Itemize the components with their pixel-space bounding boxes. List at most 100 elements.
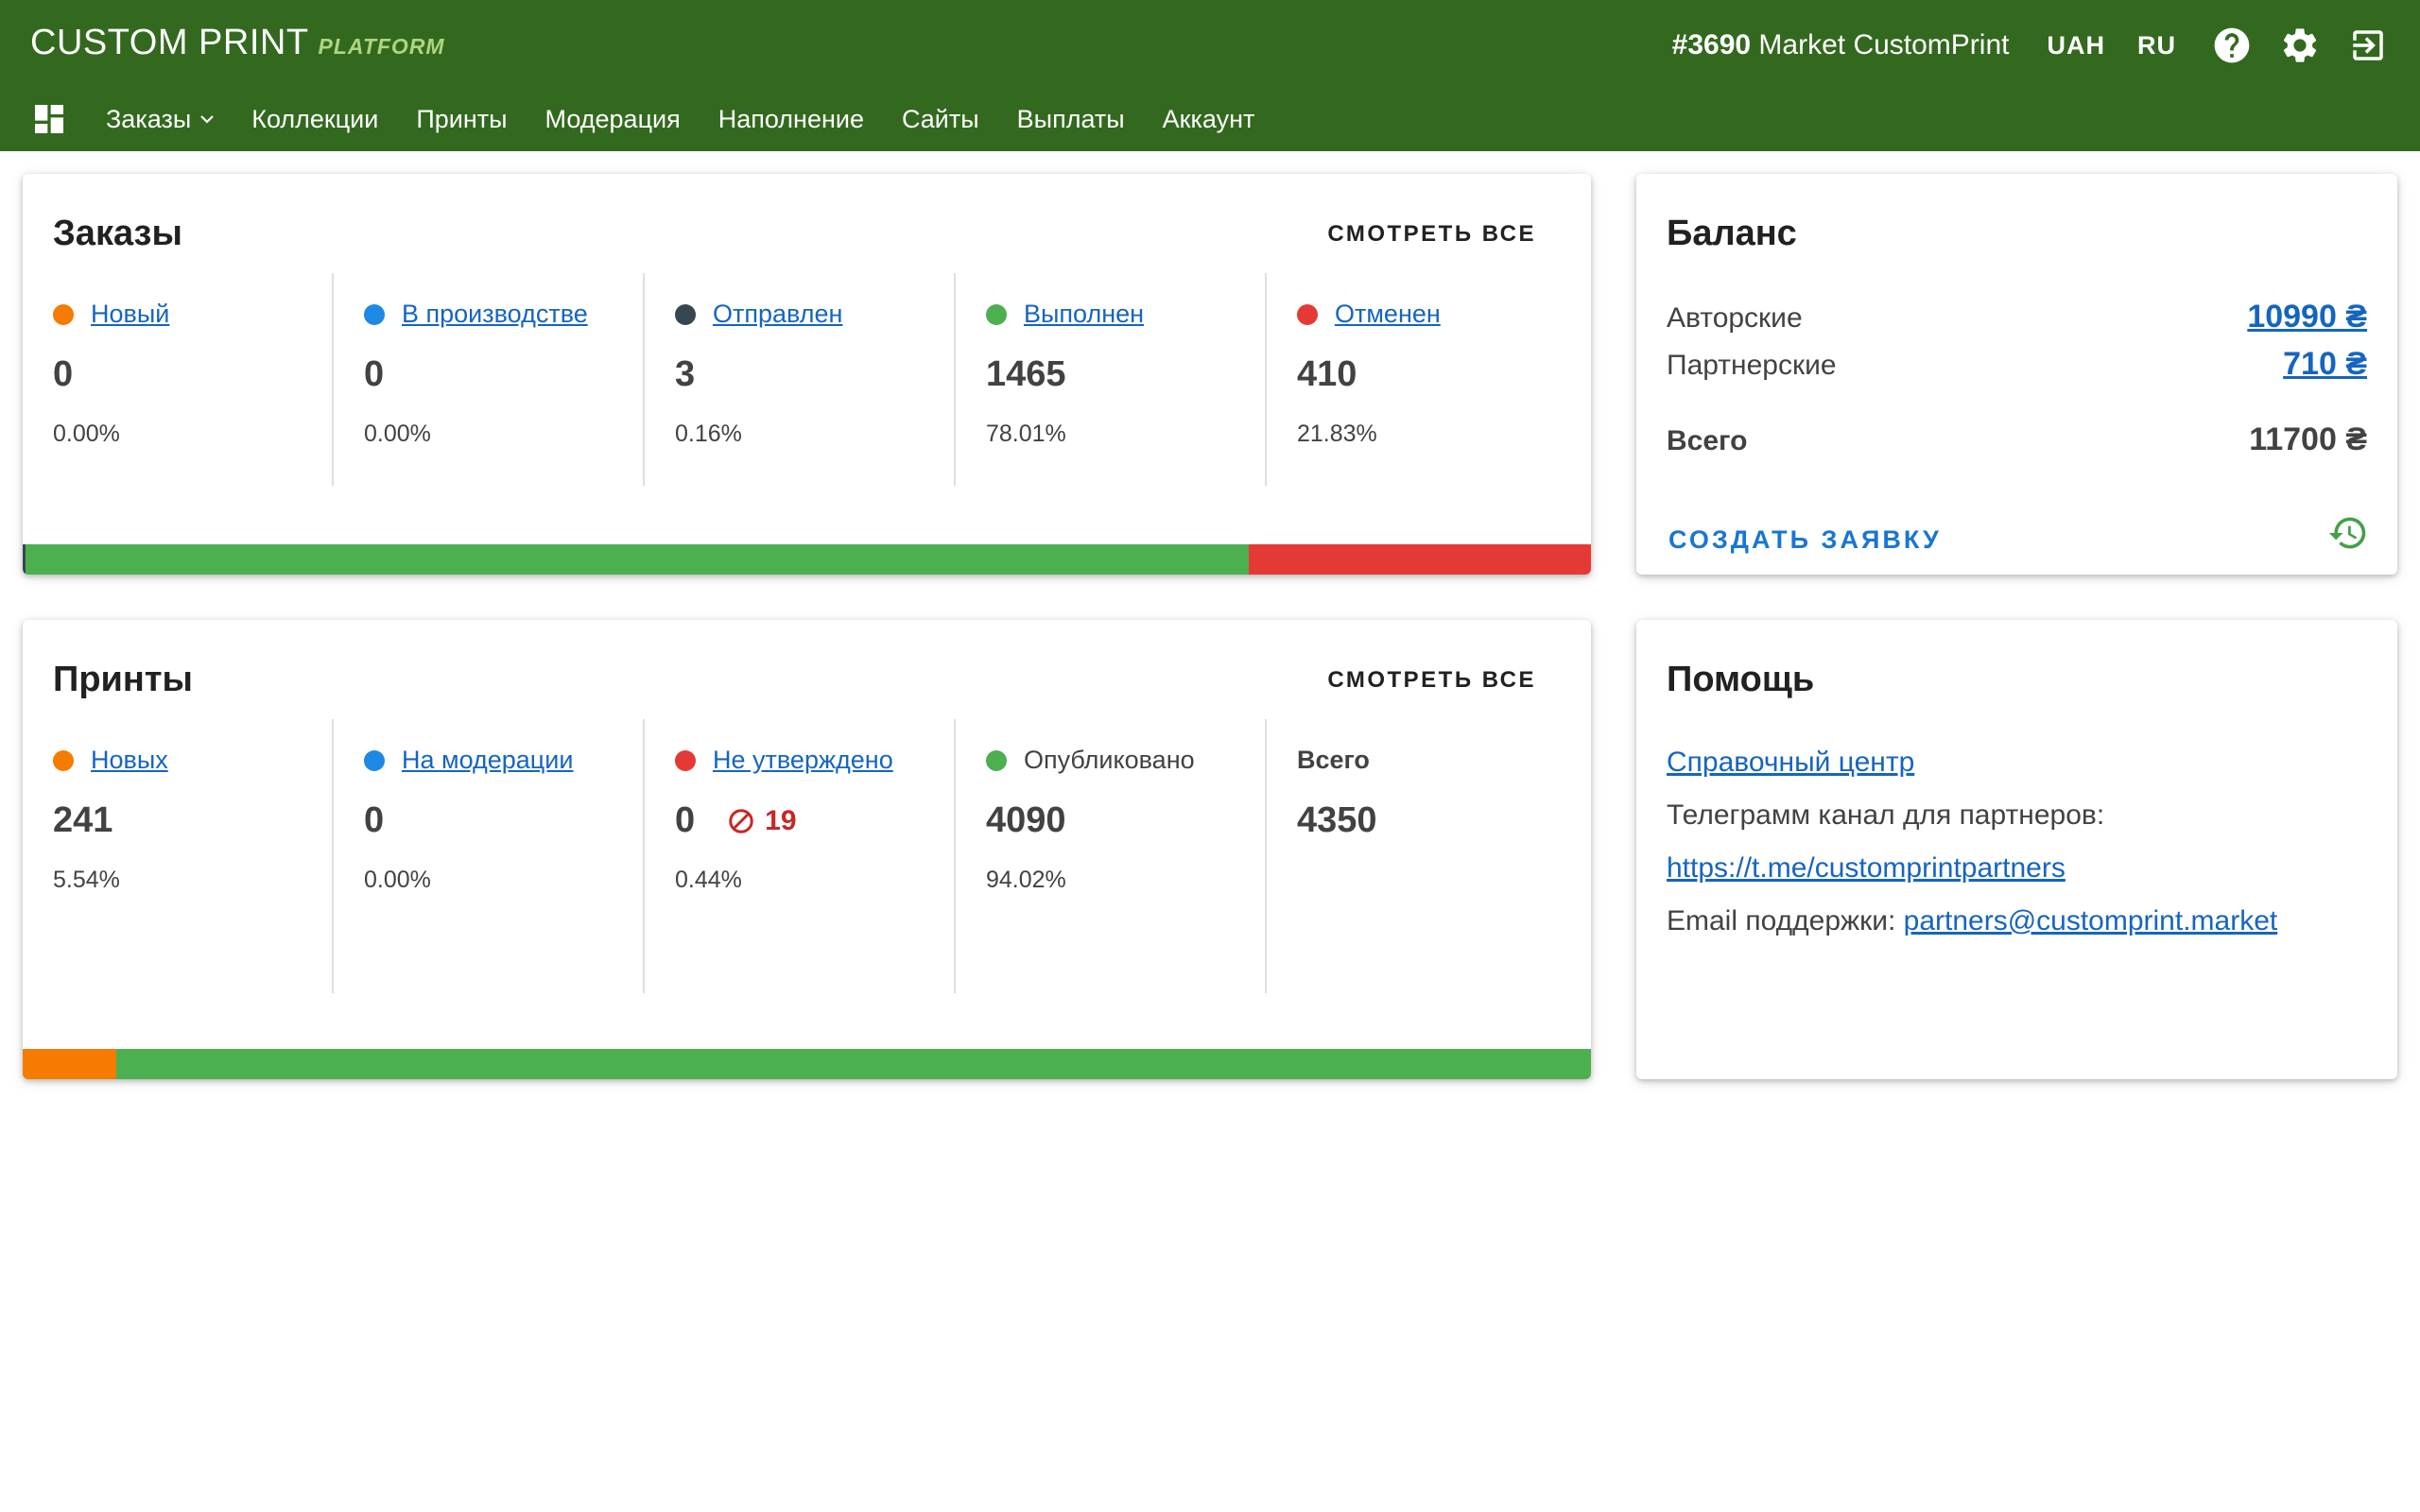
orders-stat-new: Новый 0 0.00% — [23, 273, 334, 486]
orders-production-pct: 0.00% — [364, 421, 431, 447]
history-icon[interactable] — [2327, 512, 2369, 554]
bar-segment — [1248, 544, 1591, 575]
balance-partner-value[interactable]: 710 ₴ — [2283, 346, 2367, 383]
status-dot — [364, 303, 385, 325]
orders-completed-link[interactable]: Выполнен — [1024, 300, 1144, 329]
currency-selector[interactable]: UAH — [2048, 31, 2106, 60]
prints-moderation-pct: 0.00% — [364, 867, 431, 893]
shop-id: #3690 — [1671, 29, 1752, 60]
orders-new-value: 0 — [53, 354, 74, 394]
nav-orders[interactable]: Заказы — [106, 104, 215, 134]
orders-completed-pct: 78.01% — [986, 421, 1066, 447]
nav-moderation[interactable]: Модерация — [545, 105, 681, 134]
nav-content[interactable]: Наполнение — [718, 105, 864, 134]
prints-moderation-value: 0 — [364, 800, 385, 840]
orders-shipped-value: 3 — [675, 354, 696, 394]
balance-author-row: Авторские 10990 ₴ — [1667, 299, 2367, 335]
help-icon[interactable] — [2210, 24, 2254, 67]
status-dot — [675, 303, 696, 325]
support-email-link[interactable]: partners@customprint.market — [1904, 905, 2278, 936]
prints-not-approved-link[interactable]: Не утверждено — [713, 746, 893, 775]
orders-stats: Новый 0 0.00% В производстве 0 0.00% Отп… — [23, 273, 1591, 486]
prints-stats: Новых 241 5.54% На модерации 0 0.00% Не … — [23, 719, 1591, 993]
rejected-count[interactable]: 19 — [727, 804, 797, 837]
nav-prints[interactable]: Принты — [416, 105, 507, 134]
balance-total-row: Всего 11700 ₴ — [1667, 421, 2367, 458]
balance-partner-label: Партнерские — [1667, 350, 1837, 381]
nav-payouts[interactable]: Выплаты — [1017, 105, 1125, 134]
shop-selector[interactable]: #3690 Market CustomPrint — [1672, 29, 2010, 61]
help-card: Помощь Справочный центр Телеграмм канал … — [1636, 620, 2397, 1079]
prints-title: Принты — [53, 660, 193, 699]
orders-see-all-button[interactable]: СМОТРЕТЬ ВСЕ — [1327, 221, 1536, 248]
orders-stat-production: В производстве 0 0.00% — [334, 273, 645, 486]
orders-new-pct: 0.00% — [53, 421, 120, 447]
prints-progress-bar — [23, 1049, 1591, 1079]
orders-shipped-link[interactable]: Отправлен — [713, 300, 842, 329]
email-label: Email поддержки: — [1667, 905, 1896, 936]
header-actions: #3690 Market CustomPrint UAH RU — [1672, 21, 2390, 70]
prints-card: Принты СМОТРЕТЬ ВСЕ Новых 241 5.54% На м… — [23, 620, 1591, 1079]
status-dot — [53, 749, 74, 771]
nav-orders-label: Заказы — [106, 104, 192, 133]
language-selector[interactable]: RU — [2137, 31, 2176, 60]
orders-stat-canceled: Отменен 410 21.83% — [1267, 273, 1578, 486]
create-request-button[interactable]: СОЗДАТЬ ЗАЯВКУ — [1668, 525, 1942, 555]
prints-stat-moderation: На модерации 0 0.00% — [334, 719, 645, 993]
logout-icon[interactable] — [2346, 24, 2390, 67]
help-center-link[interactable]: Справочный центр — [1667, 747, 1914, 778]
prints-new-value: 241 — [53, 800, 113, 840]
prints-stat-published: Опубликовано 4090 94.02% — [956, 719, 1267, 993]
prints-total-label: Всего — [1297, 746, 1370, 774]
block-icon — [729, 808, 753, 833]
brand-subtitle: PLATFORM — [318, 34, 445, 59]
nav-sites[interactable]: Сайты — [902, 105, 979, 134]
orders-completed-value: 1465 — [986, 354, 1066, 394]
orders-progress-bar — [23, 544, 1591, 575]
orders-production-link[interactable]: В производстве — [402, 300, 588, 329]
top-bar: CUSTOM PRINT PLATFORM #3690 Market Custo… — [0, 0, 2420, 151]
status-dot — [675, 749, 696, 771]
orders-new-link[interactable]: Новый — [91, 300, 169, 329]
orders-stat-shipped: Отправлен 3 0.16% — [645, 273, 956, 486]
balance-title: Баланс — [1667, 214, 1797, 253]
chevron-down-icon — [200, 115, 215, 124]
nav-account[interactable]: Аккаунт — [1163, 105, 1255, 134]
status-dot — [364, 749, 385, 771]
main-nav: Заказы Коллекции Принты Модерация Наполн… — [30, 98, 1292, 140]
orders-card: Заказы СМОТРЕТЬ ВСЕ Новый 0 0.00% В прои… — [23, 174, 1591, 575]
prints-published-label: Опубликовано — [1024, 746, 1195, 774]
telegram-label: Телеграмм канал для партнеров: — [1667, 799, 2105, 831]
prints-moderation-link[interactable]: На модерации — [402, 746, 573, 775]
prints-not-approved-pct: 0.44% — [675, 867, 742, 893]
bar-segment — [25, 544, 1249, 575]
nav-collections[interactable]: Коллекции — [251, 105, 378, 134]
orders-canceled-value: 410 — [1297, 354, 1357, 394]
bar-segment — [115, 1049, 1591, 1079]
prints-stat-not-approved: Не утверждено 0 19 0.44% — [645, 719, 956, 993]
prints-see-all-button[interactable]: СМОТРЕТЬ ВСЕ — [1327, 667, 1536, 694]
bar-segment — [23, 1049, 116, 1079]
prints-new-pct: 5.54% — [53, 867, 120, 893]
status-dot — [53, 303, 74, 325]
gear-icon[interactable] — [2278, 24, 2322, 67]
orders-canceled-pct: 21.83% — [1297, 421, 1377, 447]
orders-production-value: 0 — [364, 354, 385, 394]
prints-not-approved-value: 0 — [675, 800, 696, 840]
prints-stat-new: Новых 241 5.54% — [23, 719, 334, 993]
status-dot — [1297, 303, 1318, 325]
orders-stat-completed: Выполнен 1465 78.01% — [956, 273, 1267, 486]
help-title: Помощь — [1667, 660, 1815, 699]
shop-name: Market CustomPrint — [1758, 29, 2010, 60]
dashboard-icon[interactable] — [30, 100, 68, 138]
prints-total-value: 4350 — [1297, 800, 1377, 840]
balance-author-value[interactable]: 10990 ₴ — [2247, 299, 2367, 335]
rejected-count-value: 19 — [765, 804, 797, 836]
telegram-link[interactable]: https://t.me/customprintpartners — [1667, 852, 2066, 884]
orders-canceled-link[interactable]: Отменен — [1335, 300, 1441, 329]
brand-logo[interactable]: CUSTOM PRINT PLATFORM — [30, 23, 445, 66]
prints-published-pct: 94.02% — [986, 867, 1066, 893]
balance-card: Баланс Авторские 10990 ₴ Партнерские 710… — [1636, 174, 2397, 575]
prints-new-link[interactable]: Новых — [91, 746, 168, 775]
balance-total-value: 11700 ₴ — [2249, 421, 2367, 457]
